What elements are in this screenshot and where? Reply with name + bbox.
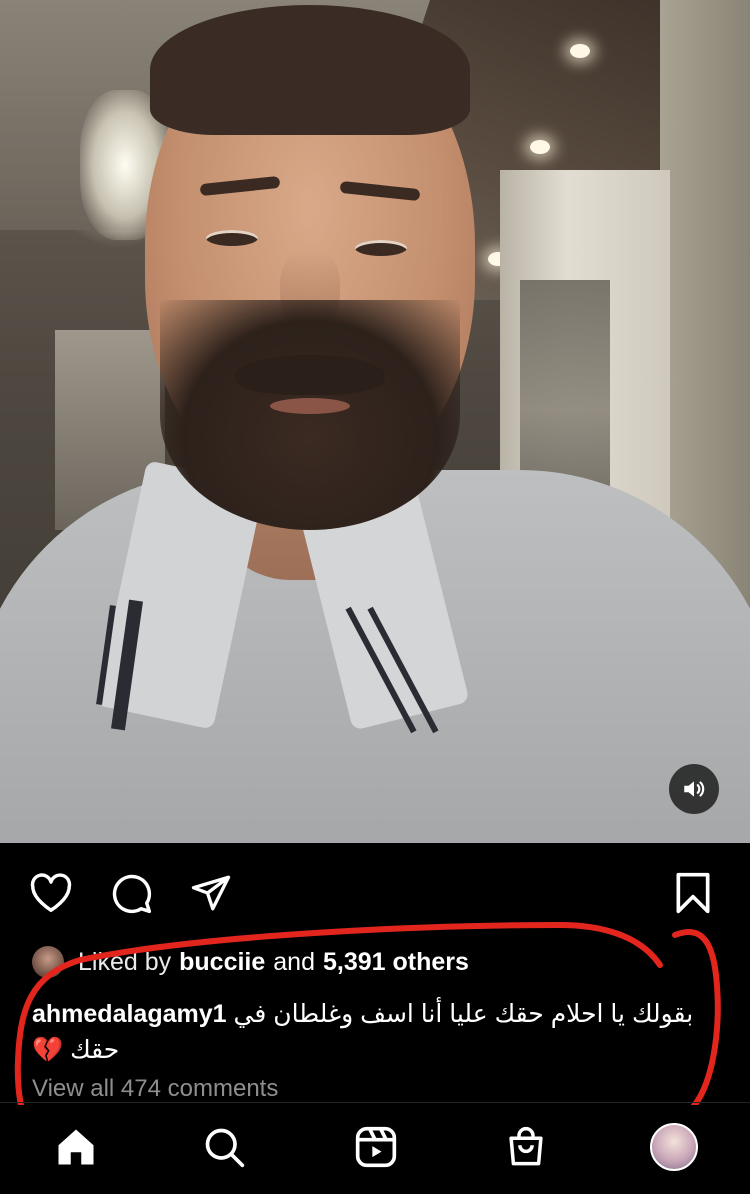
video-person-eye (355, 240, 407, 256)
likes-prefix: Liked by (78, 947, 172, 976)
heart-icon (30, 873, 72, 912)
like-button[interactable] (26, 868, 76, 918)
view-comments-link[interactable]: View all 474 comments (32, 1075, 278, 1103)
likes-summary[interactable]: Liked by bucciie and 5,391 others (32, 944, 732, 980)
tab-home[interactable] (48, 1119, 104, 1175)
speaker-icon (684, 781, 705, 797)
liker-avatar (32, 946, 64, 978)
video-person-eye (206, 230, 258, 246)
video-person-beard (160, 300, 460, 530)
shopping-bag-icon (509, 1126, 543, 1166)
likes-others-count[interactable]: 5,391 others (323, 948, 469, 977)
post-caption: ahmedalagamy1 بقولك يا احلام حقك عليا أن… (32, 996, 712, 1068)
video-person-hair (150, 5, 470, 135)
save-button[interactable] (668, 868, 718, 918)
video-spotlight (530, 140, 550, 154)
likes-joiner: and (273, 947, 315, 976)
tab-reels[interactable] (348, 1119, 404, 1175)
tabbar-divider (0, 1102, 750, 1103)
post-action-bar (0, 860, 750, 924)
comment-button[interactable] (106, 868, 156, 918)
mute-button[interactable] (669, 764, 719, 814)
bottom-tab-bar (0, 1105, 750, 1194)
tab-profile[interactable] (646, 1119, 702, 1175)
tab-search[interactable] (196, 1119, 252, 1175)
video-person-mouth (270, 398, 350, 414)
caption-username[interactable]: ahmedalagamy1 (32, 1000, 227, 1028)
search-icon (205, 1128, 245, 1168)
share-button[interactable] (186, 868, 236, 918)
bookmark-icon (676, 872, 710, 914)
tab-shop[interactable] (498, 1119, 554, 1175)
video-person-mustache (235, 355, 385, 395)
comment-icon (112, 874, 152, 914)
post-video[interactable] (0, 0, 750, 843)
paper-plane-icon (191, 875, 231, 911)
reels-icon (355, 1126, 397, 1168)
video-spotlight (570, 44, 590, 58)
home-icon (58, 1129, 94, 1165)
liker-username[interactable]: bucciie (179, 948, 265, 977)
profile-avatar (650, 1123, 698, 1171)
